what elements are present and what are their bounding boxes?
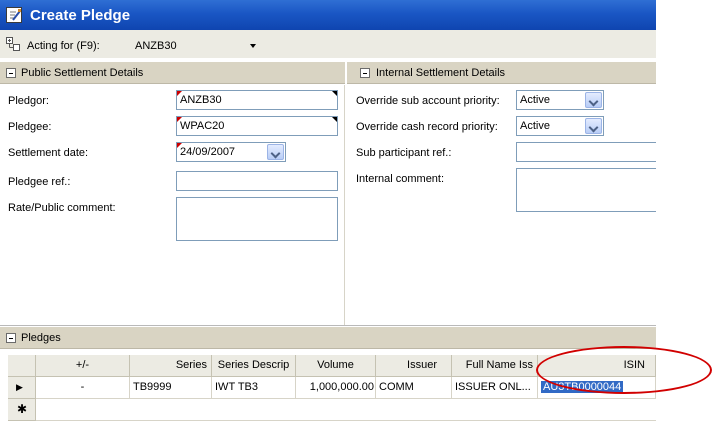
internal-comment-textarea[interactable] (516, 168, 656, 212)
row-pointer-icon: ▶ (16, 382, 23, 392)
new-row[interactable] (36, 399, 656, 421)
window-title: Create Pledge (30, 7, 131, 24)
settlement-date-picker[interactable]: 24/09/2007 (176, 142, 286, 162)
column-header-full-name-issuer[interactable]: Full Name Iss (452, 355, 538, 377)
cell-volume[interactable]: 1,000,000.00 (296, 377, 376, 399)
isin-highlight-annotation (536, 346, 712, 394)
pledgor-label: Pledgor: (8, 95, 49, 107)
hierarchy-icon[interactable] (6, 37, 20, 51)
pledgee-field[interactable]: WPAC20 (176, 116, 338, 136)
internal-comment-label: Internal comment: (356, 173, 445, 185)
cell-issuer[interactable]: COMM (376, 377, 452, 399)
pledgee-ref-label: Pledgee ref.: (8, 176, 71, 188)
cell-plus-minus[interactable]: - (36, 377, 130, 399)
pledgee-value: WPAC20 (180, 120, 225, 132)
settlement-date-label: Settlement date: (8, 147, 89, 159)
dropdown-arrow-icon[interactable] (250, 44, 256, 48)
pledges-title: Pledges (21, 332, 61, 344)
pledgor-field[interactable]: ANZB30 (176, 90, 338, 110)
calendar-dropdown-icon[interactable] (267, 144, 284, 160)
lookup-marker (332, 117, 337, 122)
grid-corner-header (8, 355, 36, 377)
settlement-date-value: 24/09/2007 (180, 146, 236, 158)
sub-participant-input[interactable] (516, 142, 656, 162)
internal-settlement-header[interactable]: Internal Settlement Details (347, 62, 656, 84)
chevron-down-icon[interactable] (585, 92, 602, 108)
override-cash-value: Active (520, 120, 550, 132)
lookup-marker (332, 91, 337, 96)
acting-for-value[interactable]: ANZB30 (135, 40, 177, 52)
override-sub-label: Override sub account priority: (356, 95, 500, 107)
column-header-series[interactable]: Series (130, 355, 212, 377)
pledgor-value: ANZB30 (180, 94, 222, 106)
row-selector[interactable]: ▶ (8, 377, 36, 399)
public-settlement-header[interactable]: Public Settlement Details (0, 62, 345, 84)
pledgee-label: Pledgee: (8, 121, 52, 133)
pledges-header[interactable]: Pledges (0, 327, 656, 349)
cell-full-name-issuer[interactable]: ISSUER ONL... (452, 377, 538, 399)
title-bar: Create Pledge (0, 0, 656, 30)
cell-series[interactable]: TB9999 (130, 377, 212, 399)
public-settlement-title: Public Settlement Details (21, 67, 144, 79)
internal-settlement-title: Internal Settlement Details (376, 67, 506, 79)
column-header-plus-minus[interactable]: +/- (36, 355, 130, 377)
chevron-down-icon[interactable] (585, 118, 602, 134)
override-cash-label: Override cash record priority: (356, 121, 498, 133)
override-cash-select[interactable]: Active (516, 116, 604, 136)
new-row-asterisk-icon: ✱ (17, 402, 28, 416)
edit-document-icon (6, 7, 22, 23)
collapse-icon[interactable] (6, 333, 16, 343)
column-header-issuer[interactable]: Issuer (376, 355, 452, 377)
collapse-icon[interactable] (6, 68, 16, 78)
collapse-icon[interactable] (360, 68, 370, 78)
acting-for-label: Acting for (F9): (27, 40, 100, 52)
divider (0, 325, 656, 326)
acting-for-bar: Acting for (F9): ANZB30 (0, 30, 656, 58)
column-header-volume[interactable]: Volume (296, 355, 376, 377)
rate-comment-textarea[interactable] (176, 197, 338, 241)
new-row-selector[interactable]: ✱ (8, 399, 36, 421)
override-sub-select[interactable]: Active (516, 90, 604, 110)
cell-series-descrip[interactable]: IWT TB3 (212, 377, 296, 399)
override-sub-value: Active (520, 94, 550, 106)
pledgee-ref-input[interactable] (176, 171, 338, 191)
rate-comment-label: Rate/Public comment: (8, 202, 116, 214)
sub-participant-label: Sub participant ref.: (356, 147, 452, 159)
column-header-series-descrip[interactable]: Series Descrip (212, 355, 296, 377)
